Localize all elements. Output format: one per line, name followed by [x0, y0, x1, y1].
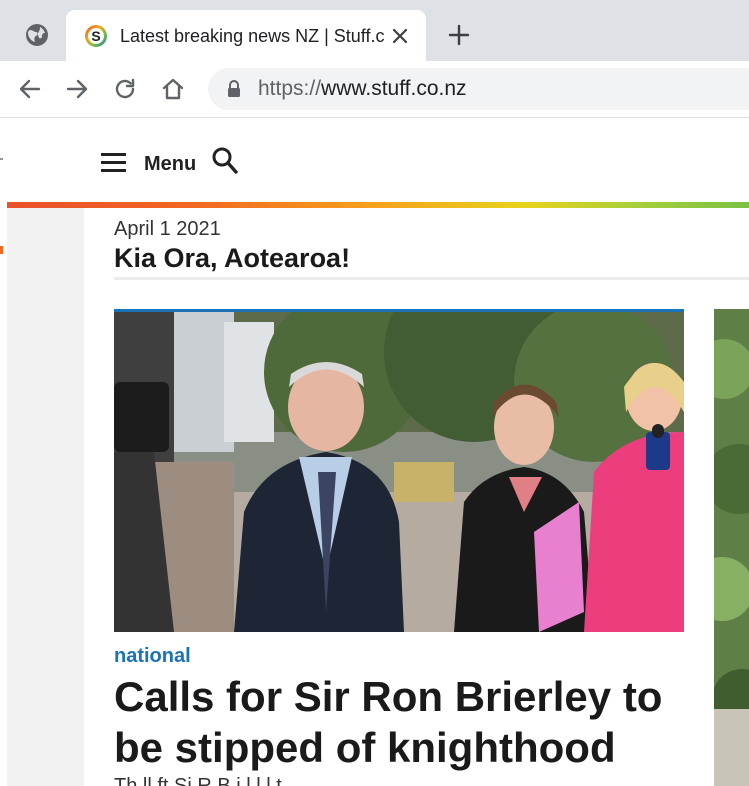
hamburger-icon [101, 153, 126, 173]
lead-story-teaser[interactable]: Th ll ft Si R B i l l l t [114, 774, 674, 786]
main-content: April 1 2021 Kia Ora, Aotearoa! national… [84, 208, 749, 786]
tab-title: Latest breaking news NZ | Stuff.co.nz [120, 26, 384, 46]
reload-icon[interactable] [111, 75, 139, 103]
browser-toolbar: https://www.stuff.co.nz [0, 61, 749, 118]
forward-icon[interactable] [63, 75, 91, 103]
back-icon[interactable] [16, 75, 44, 103]
search-icon[interactable] [211, 146, 239, 176]
site-header: Menu [7, 118, 749, 202]
menu-label: Menu [144, 153, 197, 175]
page-body: April 1 2021 Kia Ora, Aotearoa! national… [7, 208, 749, 786]
url-scheme: https:// [258, 77, 322, 100]
close-icon[interactable] [389, 25, 411, 47]
stuff-s-logo-icon: S [85, 25, 107, 47]
plus-icon[interactable] [446, 22, 472, 48]
web-page: Menu April 1 2021 Kia Ora, Aotearoa! nat… [0, 118, 749, 786]
url-text: https://www.stuff.co.nz [258, 77, 467, 101]
gutter-mark [0, 246, 3, 254]
home-icon[interactable] [159, 75, 187, 103]
lead-story-headline[interactable]: Calls for Sir Ron Brierley to be stipped… [114, 671, 694, 773]
page-date: April 1 2021 [114, 218, 221, 240]
tab-strip: S Latest breaking news NZ | Stuff.co.nz [0, 0, 749, 61]
svg-text:S: S [91, 28, 100, 44]
divider [114, 277, 749, 280]
active-tab[interactable]: S Latest breaking news NZ | Stuff.co.nz [66, 10, 426, 61]
url-host: www.stuff.co.nz [321, 77, 467, 100]
section-tag[interactable]: national [114, 644, 191, 668]
gutter-mark [0, 158, 3, 160]
left-gutter [0, 118, 7, 786]
lock-icon[interactable] [226, 80, 242, 98]
globe-icon[interactable] [25, 23, 49, 47]
greeting-heading: Kia Ora, Aotearoa! [114, 243, 351, 273]
lead-story-image[interactable] [114, 309, 684, 635]
address-bar[interactable]: https://www.stuff.co.nz [208, 68, 749, 110]
secondary-story-image[interactable] [714, 309, 749, 786]
